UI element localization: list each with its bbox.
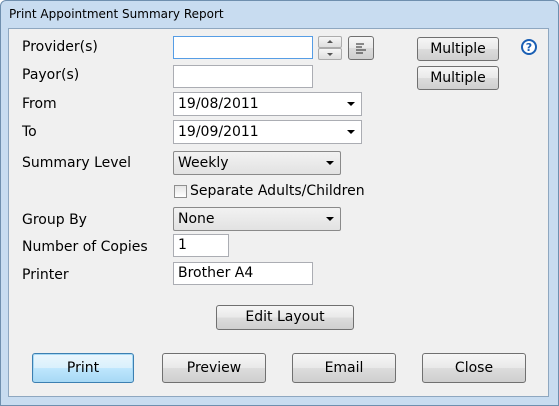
group-by-label: Group By [22,212,87,228]
preview-button[interactable]: Preview [162,353,266,383]
close-button[interactable]: Close [422,353,526,383]
from-date-picker[interactable]: 19/08/2011 [173,92,362,116]
print-button[interactable]: Print [32,353,134,383]
providers-input[interactable] [173,36,313,59]
chevron-down-icon [347,130,355,134]
separate-adults-children-checkbox[interactable] [174,185,187,198]
copies-label: Number of Copies [22,239,148,255]
arrow-down-icon [327,53,333,56]
copies-input[interactable]: 1 [173,234,229,257]
printer-input[interactable]: Brother A4 [173,262,313,285]
spin-up-button[interactable] [318,36,342,48]
printer-label: Printer [22,267,69,283]
help-icon[interactable]: ? [521,39,537,55]
group-by-select[interactable]: None [173,207,341,231]
chevron-down-icon [326,217,334,221]
to-date-value: 19/09/2011 [178,124,259,140]
edit-layout-button[interactable]: Edit Layout [216,305,354,330]
email-button[interactable]: Email [292,353,396,383]
summary-level-select[interactable]: Weekly [173,151,341,175]
title-bar: Print Appointment Summary Report [1,1,558,29]
group-by-value: None [178,211,215,227]
arrow-up-icon [327,40,333,43]
summary-level-value: Weekly [178,155,229,171]
multiple-providers-button[interactable]: Multiple [417,37,499,61]
multiple-payors-button[interactable]: Multiple [417,66,499,90]
from-date-value: 19/08/2011 [178,96,259,112]
separate-adults-children-label: Separate Adults/Children [190,183,365,199]
summary-level-label: Summary Level [22,155,132,171]
payors-label: Payor(s) [22,67,80,83]
providers-label: Provider(s) [22,39,98,55]
providers-spinner[interactable] [318,36,342,60]
providers-list-button[interactable] [348,36,374,60]
list-lines-icon [356,43,366,54]
chevron-down-icon [347,102,355,106]
to-date-picker[interactable]: 19/09/2011 [173,120,362,144]
to-label: To [22,124,37,140]
window-title: Print Appointment Summary Report [9,7,224,21]
chevron-down-icon [326,161,334,165]
payors-input[interactable] [173,65,313,88]
from-label: From [22,96,57,112]
spin-down-button[interactable] [318,48,342,60]
